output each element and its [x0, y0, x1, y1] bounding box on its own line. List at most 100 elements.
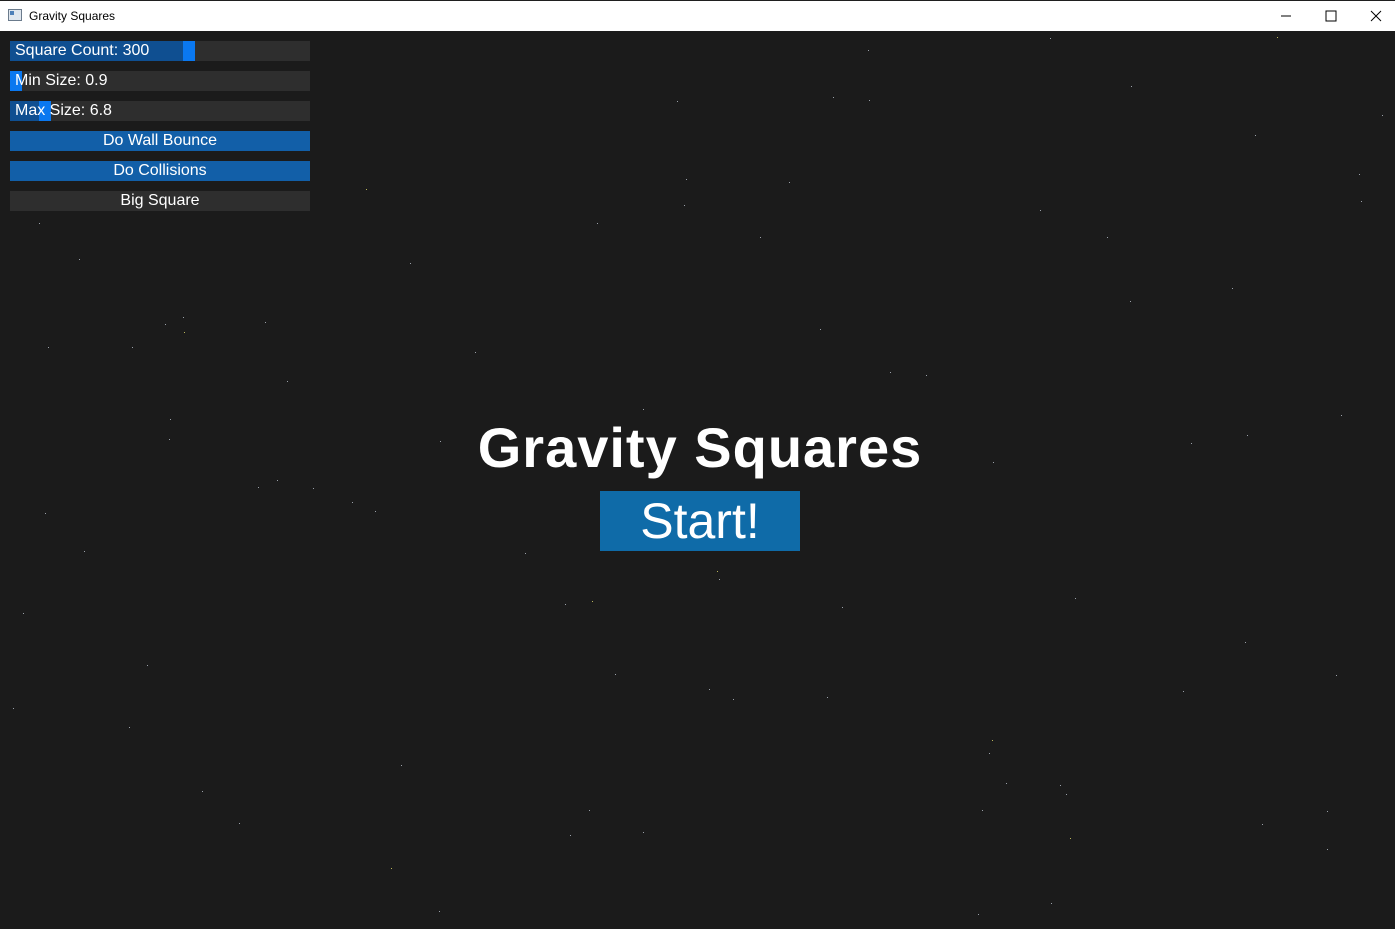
slider-handle[interactable] [183, 41, 195, 61]
particle [1277, 37, 1278, 38]
particle [677, 101, 678, 102]
particle [992, 740, 993, 741]
particle [410, 263, 411, 264]
particle [1006, 783, 1007, 784]
particle [1183, 691, 1184, 692]
particle [79, 259, 80, 260]
particle [1130, 301, 1131, 302]
particle [643, 832, 644, 833]
particle [1075, 598, 1076, 599]
particle [842, 607, 843, 608]
particle [202, 791, 203, 792]
particle [170, 419, 171, 420]
particle [1245, 642, 1246, 643]
particle [401, 765, 402, 766]
close-icon [1370, 10, 1382, 22]
particle [1070, 838, 1071, 839]
particle [833, 97, 834, 98]
particle [978, 914, 979, 915]
particle [869, 100, 870, 101]
minimize-icon [1281, 15, 1291, 17]
particle [565, 604, 566, 605]
minimize-button[interactable] [1263, 1, 1309, 31]
particle [789, 182, 790, 183]
close-button[interactable] [1353, 1, 1395, 31]
particle [375, 511, 376, 512]
particle [287, 381, 288, 382]
particle [760, 237, 761, 238]
square-count-slider[interactable]: Square Count: 300 [10, 41, 310, 61]
particle [1051, 903, 1052, 904]
particle [1232, 288, 1233, 289]
particle [277, 480, 278, 481]
particle [1040, 210, 1041, 211]
particle [982, 810, 983, 811]
start-button[interactable]: Start! [600, 491, 800, 551]
particle [686, 179, 687, 180]
particle [989, 753, 990, 754]
min-size-label: Min Size: 0.9 [15, 72, 108, 89]
max-size-label: Max Size: 6.8 [15, 102, 112, 119]
particle [1247, 435, 1248, 436]
particle [23, 613, 24, 614]
square-count-label: Square Count: 300 [15, 42, 150, 59]
particle [1191, 443, 1192, 444]
particle [525, 553, 526, 554]
particle [169, 439, 170, 440]
particle [868, 50, 869, 51]
particle [1107, 237, 1108, 238]
particle [684, 205, 685, 206]
particle [1327, 811, 1328, 812]
particle [439, 911, 440, 912]
particle [1341, 415, 1342, 416]
big-square-button[interactable]: Big Square [10, 191, 310, 211]
particle [184, 332, 185, 333]
window-title: Gravity Squares [29, 9, 116, 23]
particle [147, 665, 148, 666]
particle [1066, 794, 1067, 795]
particle [165, 324, 166, 325]
particle [313, 488, 314, 489]
particle [733, 699, 734, 700]
particle [1382, 115, 1383, 116]
particle [820, 329, 821, 330]
particle [258, 487, 259, 488]
particle [1050, 38, 1051, 39]
particle [592, 601, 593, 602]
wall-bounce-button[interactable]: Do Wall Bounce [10, 131, 310, 151]
particle [183, 317, 184, 318]
particle [391, 868, 392, 869]
particle [1131, 86, 1132, 87]
particle [84, 551, 85, 552]
particle [475, 352, 476, 353]
particle [570, 835, 571, 836]
particle [265, 322, 266, 323]
particle [597, 223, 598, 224]
particle [1327, 849, 1328, 850]
particle [1255, 135, 1256, 136]
particle [352, 502, 353, 503]
particle [719, 579, 720, 580]
min-size-slider[interactable]: Min Size: 0.9 [10, 71, 310, 91]
particle [890, 372, 891, 373]
particle [132, 347, 133, 348]
particle [129, 727, 130, 728]
particle [717, 571, 718, 572]
particle [643, 409, 644, 410]
particle [615, 674, 616, 675]
simulation-canvas[interactable]: Square Count: 300 Min Size: 0.9 Max Size… [0, 31, 1395, 929]
particle [1361, 201, 1362, 202]
particle [709, 689, 710, 690]
particle [1060, 785, 1061, 786]
maximize-button[interactable] [1308, 1, 1354, 31]
max-size-slider[interactable]: Max Size: 6.8 [10, 101, 310, 121]
game-title: Gravity Squares [477, 416, 923, 479]
particle [239, 823, 240, 824]
particle [45, 513, 46, 514]
particle [366, 189, 367, 190]
particle [48, 347, 49, 348]
collisions-button[interactable]: Do Collisions [10, 161, 310, 181]
particle [13, 708, 14, 709]
maximize-icon [1325, 10, 1337, 22]
particle [589, 810, 590, 811]
